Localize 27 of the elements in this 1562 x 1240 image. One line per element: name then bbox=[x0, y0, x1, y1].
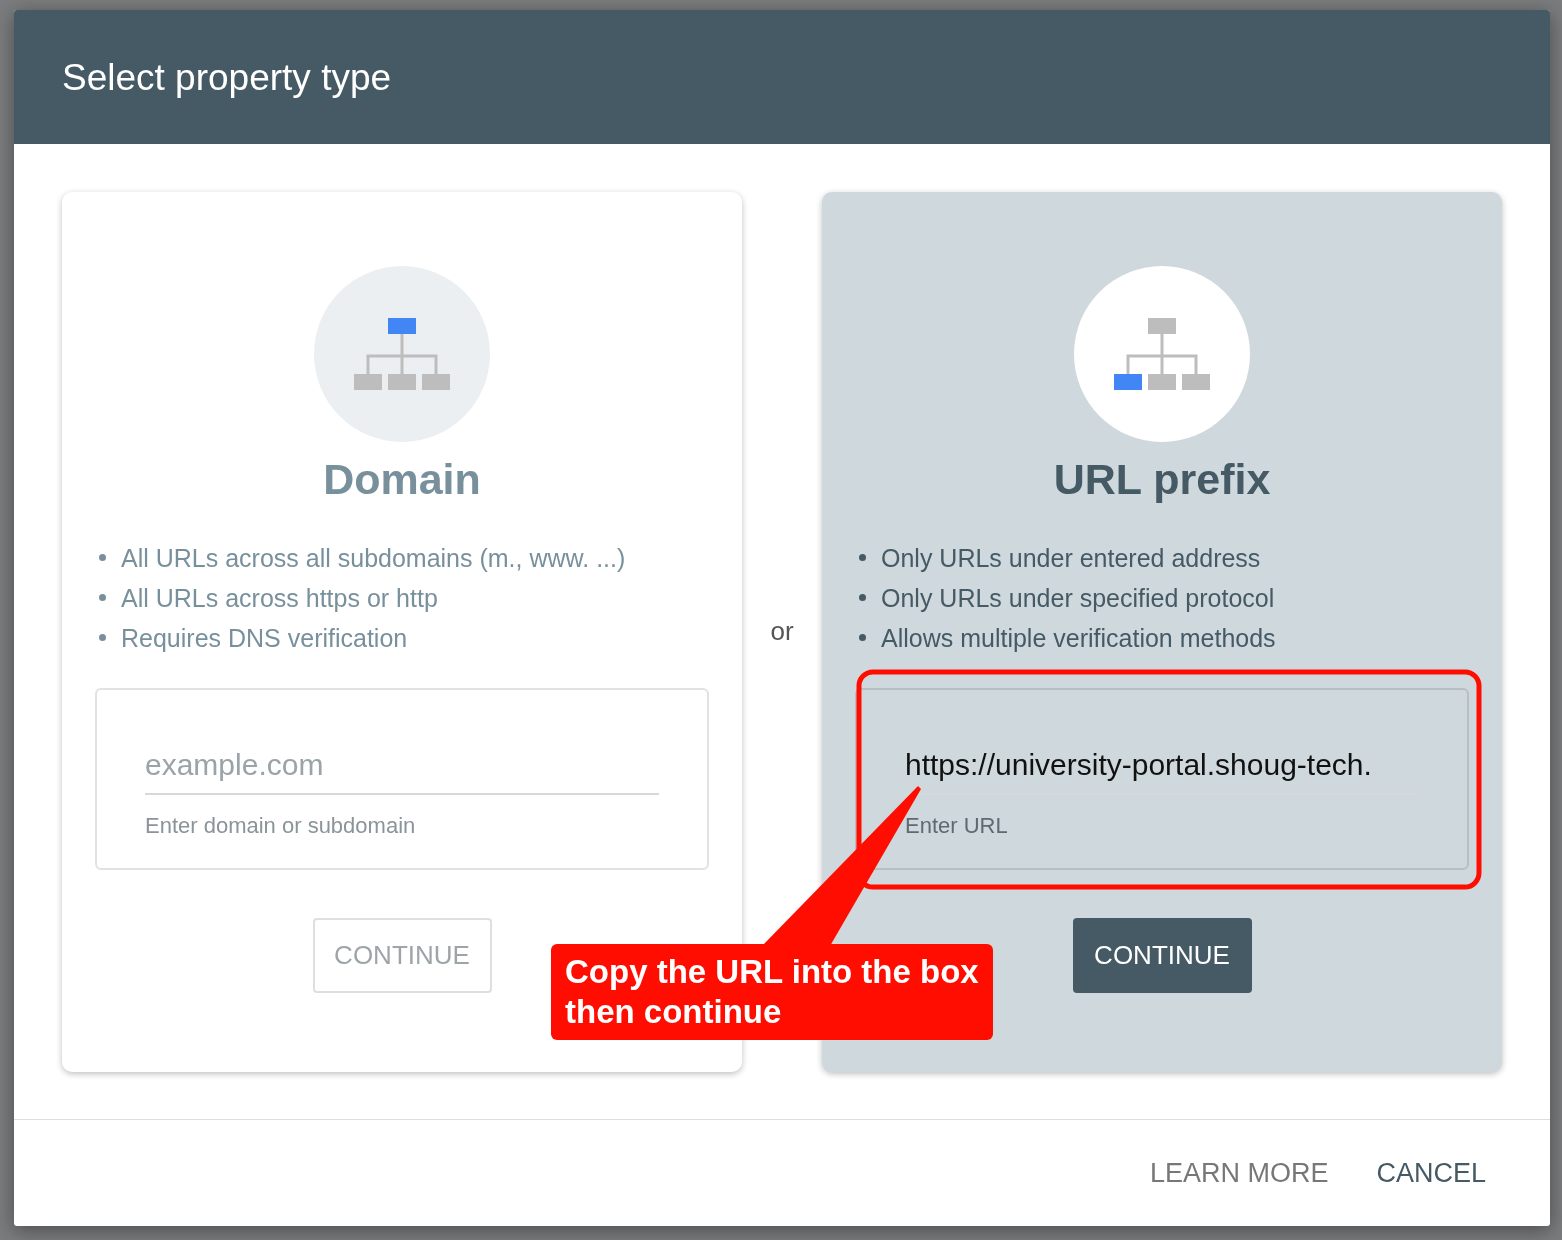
cancel-button[interactable]: CANCEL bbox=[1376, 1152, 1486, 1194]
field-hint: Enter URL bbox=[905, 811, 1009, 840]
feature-text: Only URLs under specified protocol bbox=[881, 583, 1275, 612]
bullet-icon bbox=[99, 634, 106, 642]
bullet-icon bbox=[859, 554, 866, 562]
sitemap-icon bbox=[1114, 318, 1210, 390]
callout-note: Copy the URL into the box then continue bbox=[551, 944, 993, 1040]
bullet-icon bbox=[859, 634, 866, 642]
learn-more-button[interactable]: LEARN MORE bbox=[1149, 1152, 1329, 1194]
bullet-icon bbox=[99, 594, 106, 602]
field-panel[interactable]: https://university-portal.shoug-tech. Enter URL bbox=[855, 687, 1469, 870]
feature-text: Only URLs under entered address bbox=[881, 543, 1261, 572]
url-input-field[interactable]: https://university-portal.shoug-tech. bbox=[905, 737, 1419, 795]
feature-text: Allows multiple verification methods bbox=[881, 623, 1276, 652]
feature-text: All URLs across all subdomains (m., www. ...) bbox=[121, 543, 626, 572]
feature-text: Requires DNS verification bbox=[121, 623, 408, 652]
card-title: URL prefix bbox=[1053, 454, 1271, 505]
bullet-icon bbox=[859, 594, 866, 602]
dialog-title: Select property type bbox=[62, 58, 392, 96]
field-hint: Enter domain or subdomain bbox=[145, 811, 417, 840]
or-label: or bbox=[770, 616, 794, 646]
card-title: Domain bbox=[323, 454, 481, 505]
domain-input-field[interactable]: example.com bbox=[145, 737, 659, 795]
continue-button[interactable]: CONTINUE bbox=[1072, 917, 1252, 993]
sitemap-icon bbox=[354, 318, 450, 390]
feature-text: All URLs across https or http bbox=[121, 583, 438, 612]
bullet-icon bbox=[99, 554, 106, 562]
